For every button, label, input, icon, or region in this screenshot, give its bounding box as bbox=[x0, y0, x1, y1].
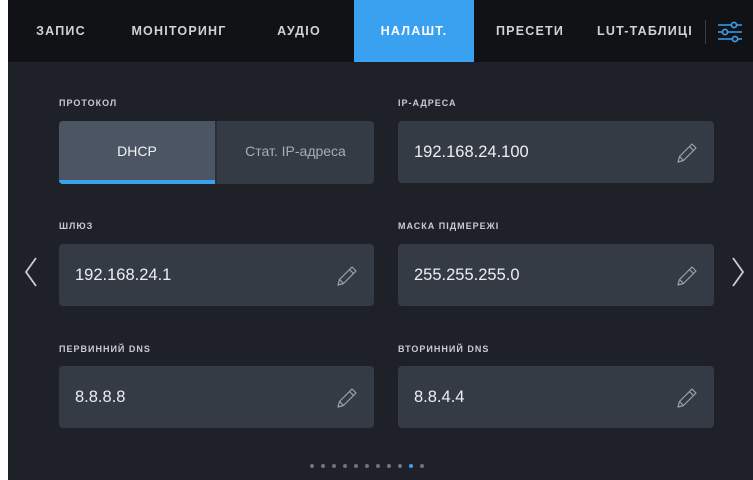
tab-bar: ЗАПИС МОНІТОРИНГ АУДІО НАЛАШТ. ПРЕСЕТИ L… bbox=[8, 0, 753, 62]
pencil-icon[interactable] bbox=[334, 385, 360, 411]
page-dot[interactable] bbox=[321, 464, 325, 468]
tab-audio[interactable]: АУДІО bbox=[244, 0, 354, 62]
pencil-icon[interactable] bbox=[674, 263, 700, 289]
subnet-mask-label: МАСКА ПІДМЕРЕЖІ bbox=[398, 221, 500, 231]
page-dot[interactable] bbox=[365, 464, 369, 468]
page-dot[interactable] bbox=[398, 464, 402, 468]
tab-lut[interactable]: LUT-ТАБЛИЦІ bbox=[586, 0, 704, 62]
page-dot[interactable] bbox=[332, 464, 336, 468]
secondary-dns-label: ВТОРИННИЙ DNS bbox=[398, 344, 490, 354]
sliders-icon[interactable] bbox=[715, 18, 745, 46]
page-indicator bbox=[310, 462, 424, 470]
page-dot[interactable] bbox=[387, 464, 391, 468]
primary-dns-label: ПЕРВИННИЙ DNS bbox=[59, 344, 151, 354]
gateway-value: 192.168.24.1 bbox=[75, 266, 172, 284]
chevron-left-icon[interactable] bbox=[22, 254, 40, 290]
protocol-selector: DHCP Стат. IP-адреса bbox=[59, 121, 374, 184]
tab-monitoring[interactable]: МОНІТОРИНГ bbox=[114, 0, 244, 62]
primary-dns-value: 8.8.8.8 bbox=[75, 388, 126, 406]
secondary-dns-field[interactable]: 8.8.4.4 bbox=[398, 366, 714, 428]
tab-divider bbox=[705, 20, 706, 44]
dhcp-option[interactable]: DHCP bbox=[59, 121, 215, 184]
static-ip-option[interactable]: Стат. IP-адреса bbox=[217, 121, 374, 184]
page-dot[interactable] bbox=[343, 464, 347, 468]
gateway-label: ШЛЮЗ bbox=[59, 221, 94, 231]
primary-dns-field[interactable]: 8.8.8.8 bbox=[59, 366, 374, 428]
page-dot[interactable] bbox=[310, 464, 314, 468]
tab-settings[interactable]: НАЛАШТ. bbox=[354, 0, 474, 62]
gateway-field[interactable]: 192.168.24.1 bbox=[59, 244, 374, 306]
page-dot[interactable] bbox=[354, 464, 358, 468]
chevron-right-icon[interactable] bbox=[729, 254, 747, 290]
pencil-icon[interactable] bbox=[674, 385, 700, 411]
pencil-icon[interactable] bbox=[334, 263, 360, 289]
ip-address-value: 192.168.24.100 bbox=[414, 143, 529, 161]
page-dot[interactable] bbox=[376, 464, 380, 468]
tab-presets[interactable]: ПРЕСЕТИ bbox=[474, 0, 586, 62]
page-dot-active[interactable] bbox=[409, 464, 413, 468]
settings-screen: ЗАПИС МОНІТОРИНГ АУДІО НАЛАШТ. ПРЕСЕТИ L… bbox=[8, 0, 753, 480]
pencil-icon[interactable] bbox=[674, 140, 700, 166]
ip-address-field[interactable]: 192.168.24.100 bbox=[398, 121, 714, 183]
page-dot[interactable] bbox=[420, 464, 424, 468]
ip-address-label: IP-АДРЕСА bbox=[398, 98, 457, 108]
subnet-mask-field[interactable]: 255.255.255.0 bbox=[398, 244, 714, 306]
protocol-label: ПРОТОКОЛ bbox=[59, 98, 118, 108]
tab-record[interactable]: ЗАПИС bbox=[8, 0, 114, 62]
subnet-mask-value: 255.255.255.0 bbox=[414, 266, 520, 284]
secondary-dns-value: 8.8.4.4 bbox=[414, 388, 465, 406]
selected-indicator bbox=[59, 180, 215, 184]
